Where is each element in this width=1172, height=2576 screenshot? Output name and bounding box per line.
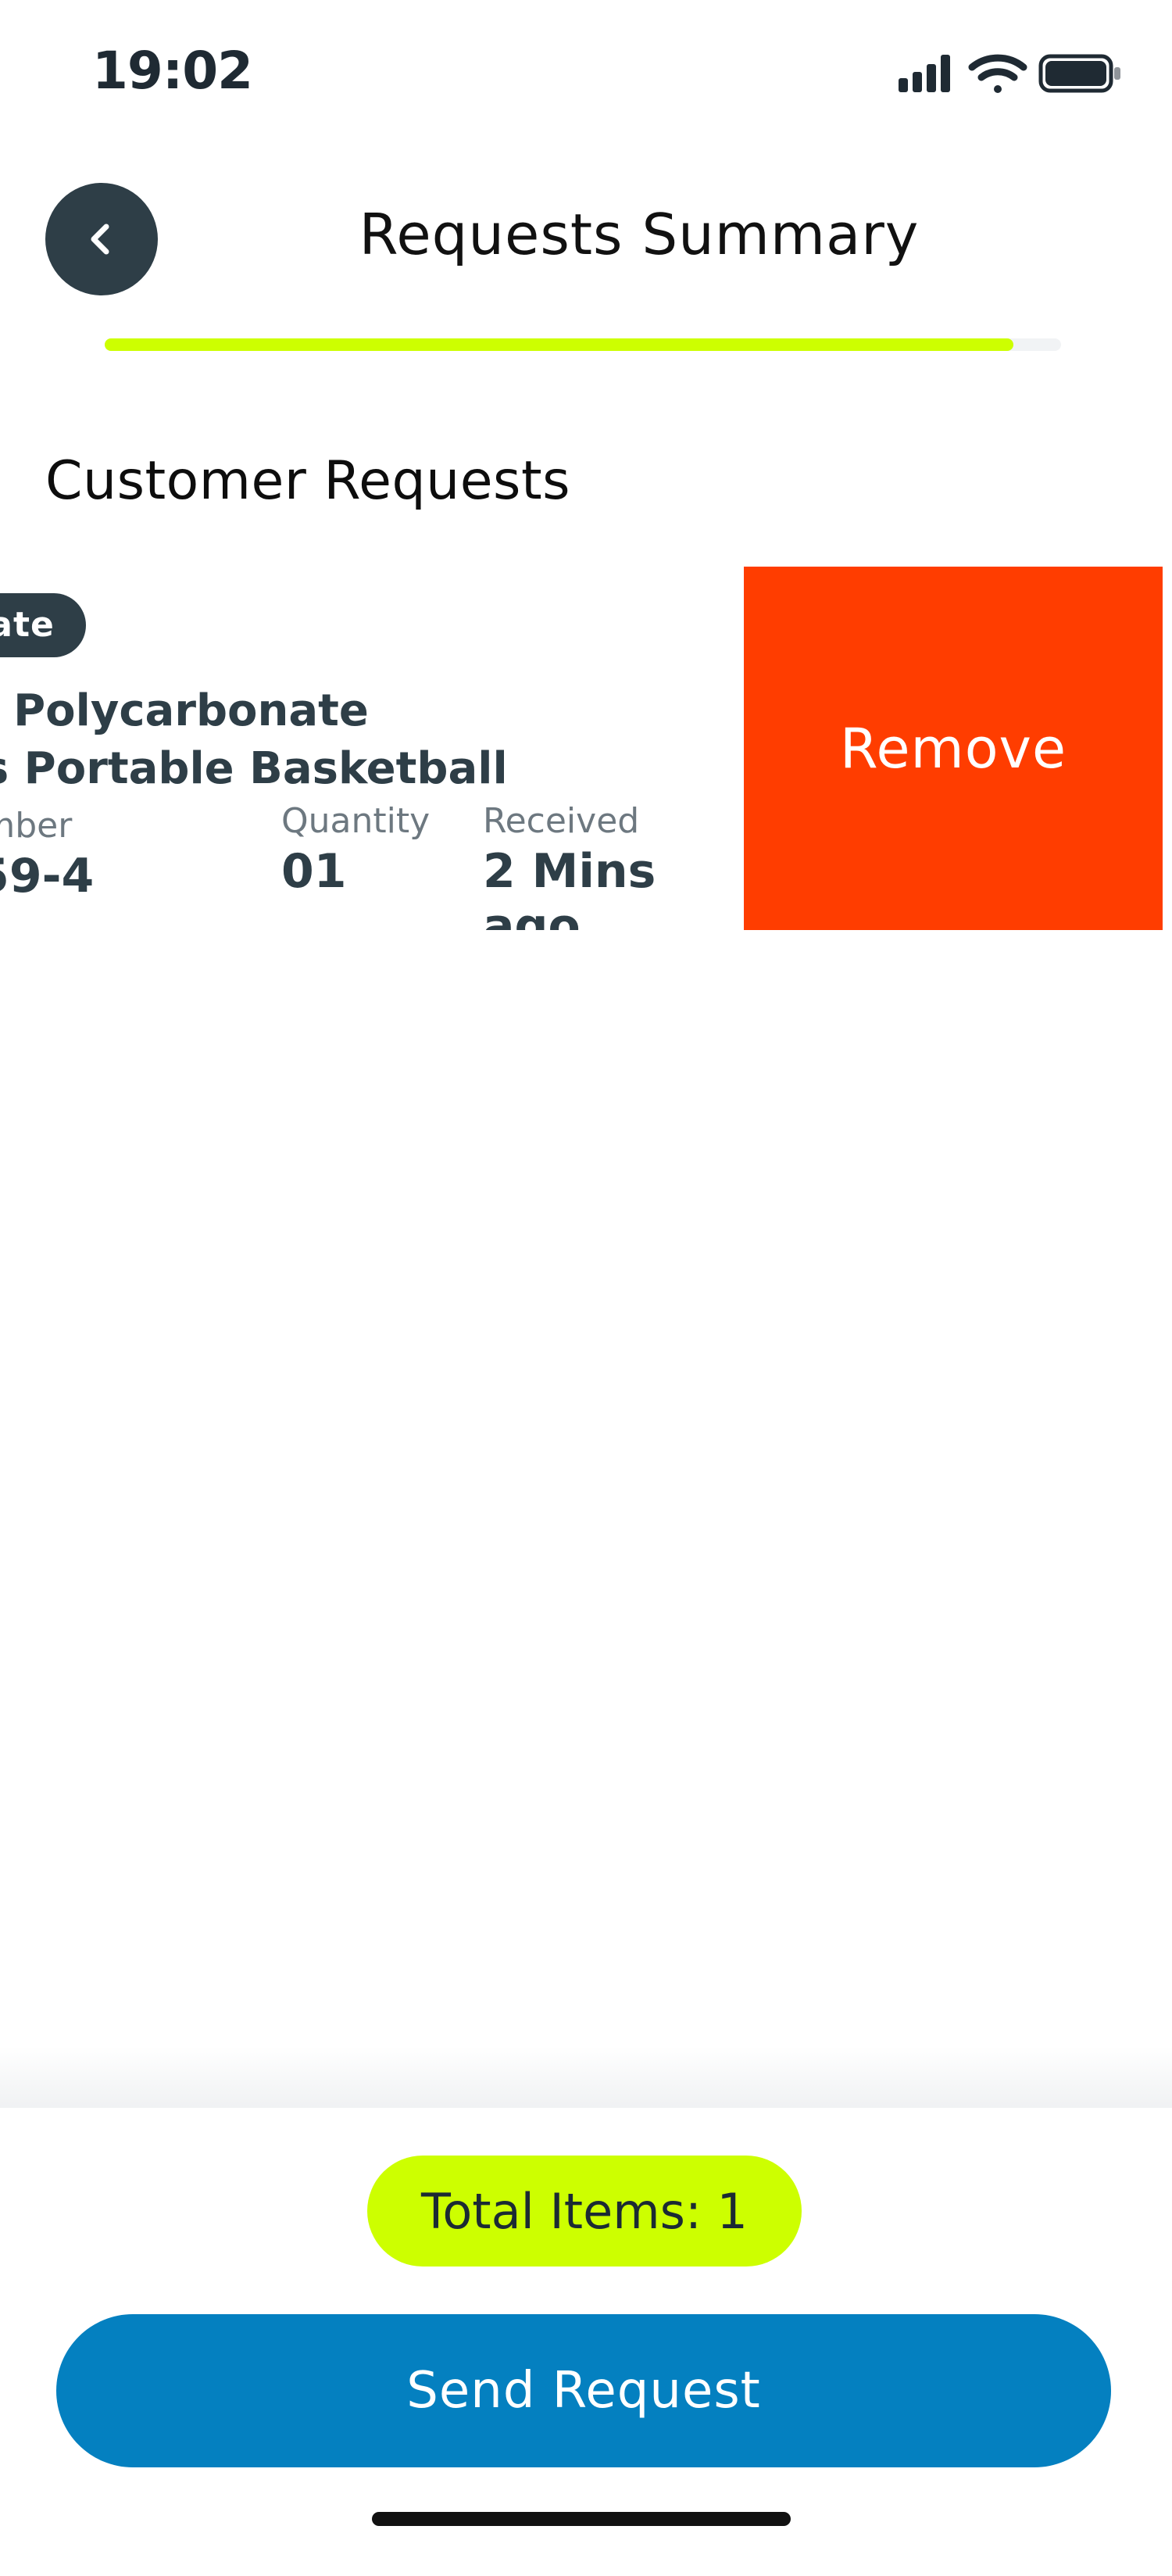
product-number-label: luct Number (0, 806, 73, 846)
wifi-icon (968, 54, 1027, 93)
product-number-value: 3-8159-4 (0, 849, 95, 903)
quantity-group: Quantity 01 (281, 801, 430, 899)
send-request-button[interactable]: Send Request (56, 2314, 1111, 2467)
received-group: Received 2 Mins ago (483, 801, 742, 930)
home-indicator (372, 2512, 791, 2526)
remove-button[interactable]: Remove (744, 567, 1163, 930)
request-card[interactable]: mediate ilding Polycarbonate rcules Port… (0, 567, 742, 930)
status-bar: 19:02 (0, 0, 1172, 148)
received-value: 2 Mins ago (483, 844, 656, 930)
quantity-value: 01 (281, 844, 347, 899)
status-time: 19:02 (92, 41, 253, 101)
progress-bar (105, 338, 1061, 351)
status-icons (899, 54, 1120, 93)
battery-icon (1038, 54, 1120, 93)
signal-icon (899, 55, 950, 92)
product-name: ilding Polycarbonate rcules Portable Bas… (0, 685, 508, 794)
section-title: Customer Requests (45, 450, 571, 512)
bottom-panel-shadow (0, 2046, 1172, 2109)
progress-fill (105, 338, 1013, 351)
page-title: Requests Summary (359, 202, 920, 267)
received-label: Received (483, 801, 640, 841)
priority-badge: mediate (0, 593, 86, 657)
product-number-group: luct Number 3-8159-4 (0, 806, 94, 903)
request-row[interactable]: mediate ilding Polycarbonate rcules Port… (0, 567, 1172, 930)
total-items-badge: Total Items: 1 (367, 2156, 802, 2267)
quantity-label: Quantity (281, 801, 431, 841)
